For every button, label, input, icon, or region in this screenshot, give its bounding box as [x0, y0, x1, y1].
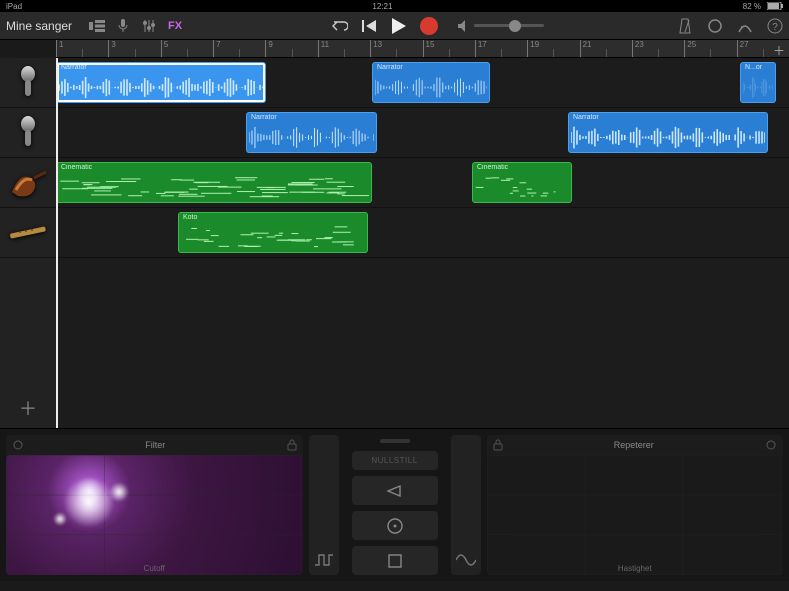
- audio-clip[interactable]: Narrator: [246, 112, 377, 153]
- project-title[interactable]: Mine sanger: [6, 19, 72, 33]
- add-track-button[interactable]: ＋: [0, 388, 56, 428]
- tracks-view-button[interactable]: [84, 16, 110, 36]
- track-lane[interactable]: Cinematic Cinematic: [56, 158, 789, 208]
- audio-clip[interactable]: Narrator: [56, 62, 266, 103]
- clip-label: Narrator: [251, 114, 277, 121]
- clip-label: Cinematic: [477, 164, 508, 171]
- track-lane[interactable]: Koto: [56, 208, 789, 258]
- clip-label: Narrator: [573, 114, 599, 121]
- metronome-button[interactable]: [677, 18, 693, 34]
- track-headers: ＋: [0, 58, 56, 428]
- ios-status-bar: iPad 12:21 82 %: [0, 0, 789, 12]
- master-volume[interactable]: [458, 20, 544, 32]
- sine-wave-icon: [456, 553, 476, 567]
- add-section-button[interactable]: ＋: [773, 42, 785, 58]
- fx-scratch-button[interactable]: [352, 511, 438, 540]
- fx-reverse-button[interactable]: [352, 476, 438, 505]
- fx-stop-button[interactable]: [352, 546, 438, 575]
- midi-clip[interactable]: Koto: [178, 212, 368, 253]
- fx-left-title: Filter: [145, 440, 165, 450]
- clip-label: Narrator: [61, 64, 87, 71]
- battery-icon: [767, 2, 783, 10]
- midi-clip[interactable]: Cinematic: [472, 162, 572, 203]
- track-header[interactable]: [0, 108, 56, 158]
- fx-right-link-icon[interactable]: [765, 439, 777, 451]
- tracks-area: ＋ NarratorNarratorN...orNarratorNarrator…: [0, 58, 789, 428]
- square-wave-icon: [315, 553, 333, 567]
- fx-center-controls: NULLSTILL: [309, 435, 481, 575]
- timeline-ruler[interactable]: 1357911131517192123252729 ＋: [56, 40, 789, 58]
- svg-text:?: ?: [772, 22, 778, 33]
- fx-pad-right: Repeterer Hastighet: [487, 435, 784, 575]
- track-header[interactable]: [0, 158, 56, 208]
- fx-view-button[interactable]: FX: [162, 16, 188, 36]
- battery-pct: 82 %: [743, 2, 761, 11]
- fx-touch-indicator: [59, 472, 119, 532]
- fx-right-lock-icon[interactable]: [493, 439, 503, 451]
- play-button[interactable]: [392, 18, 406, 34]
- clip-label: Cinematic: [61, 164, 92, 171]
- track-lanes[interactable]: Narrator Narrator N...or Narrator Narrator Ci…: [56, 58, 789, 428]
- audio-clip[interactable]: Narrator: [372, 62, 490, 103]
- playhead[interactable]: [56, 58, 58, 428]
- fx-panel: Filter Cutoff NULLSTILL: [0, 428, 789, 581]
- fx-left-link-icon[interactable]: [12, 439, 24, 451]
- volume-icon: [458, 20, 470, 32]
- fx-wobble-strip[interactable]: [451, 435, 481, 575]
- undo-button[interactable]: [330, 19, 348, 33]
- view-mode-group: FX: [84, 16, 188, 36]
- clip-label: N...or: [745, 64, 762, 71]
- mixer-view-button[interactable]: [136, 16, 162, 36]
- track-header[interactable]: [0, 58, 56, 108]
- volume-slider[interactable]: [474, 24, 544, 27]
- audio-clip[interactable]: Narrator: [568, 112, 768, 153]
- fx-left-lock-icon[interactable]: [287, 439, 297, 451]
- fx-right-x-label: Hastighet: [487, 564, 784, 573]
- loop-button[interactable]: [707, 18, 723, 34]
- fx-gate-strip[interactable]: [309, 435, 339, 575]
- fx-right-xy-pad[interactable]: Hastighet: [487, 455, 784, 575]
- track-lane[interactable]: Narrator Narrator N...or: [56, 58, 789, 108]
- fx-panel-handle[interactable]: [380, 439, 410, 443]
- fx-left-x-label: Cutoff: [6, 564, 303, 573]
- track-header[interactable]: [0, 208, 56, 258]
- transport-controls: [330, 17, 438, 35]
- track-lane[interactable]: Narrator Narrator: [56, 108, 789, 158]
- clip-label: Narrator: [377, 64, 403, 71]
- fx-pad-left: Filter Cutoff: [6, 435, 303, 575]
- mic-view-button[interactable]: [110, 16, 136, 36]
- help-button[interactable]: ?: [767, 18, 783, 34]
- record-button[interactable]: [420, 17, 438, 35]
- rewind-button[interactable]: [362, 19, 378, 33]
- fx-left-xy-pad[interactable]: Cutoff: [6, 455, 303, 575]
- clock: 12:21: [372, 2, 392, 11]
- fx-right-title: Repeterer: [614, 440, 654, 450]
- fx-reset-button[interactable]: NULLSTILL: [352, 451, 438, 470]
- settings-button[interactable]: [737, 18, 753, 34]
- clip-label: Koto: [183, 214, 197, 221]
- device-name: iPad: [6, 2, 22, 11]
- audio-clip[interactable]: N...or: [740, 62, 776, 103]
- midi-clip[interactable]: Cinematic: [56, 162, 372, 203]
- main-toolbar: Mine sanger FX ?: [0, 12, 789, 40]
